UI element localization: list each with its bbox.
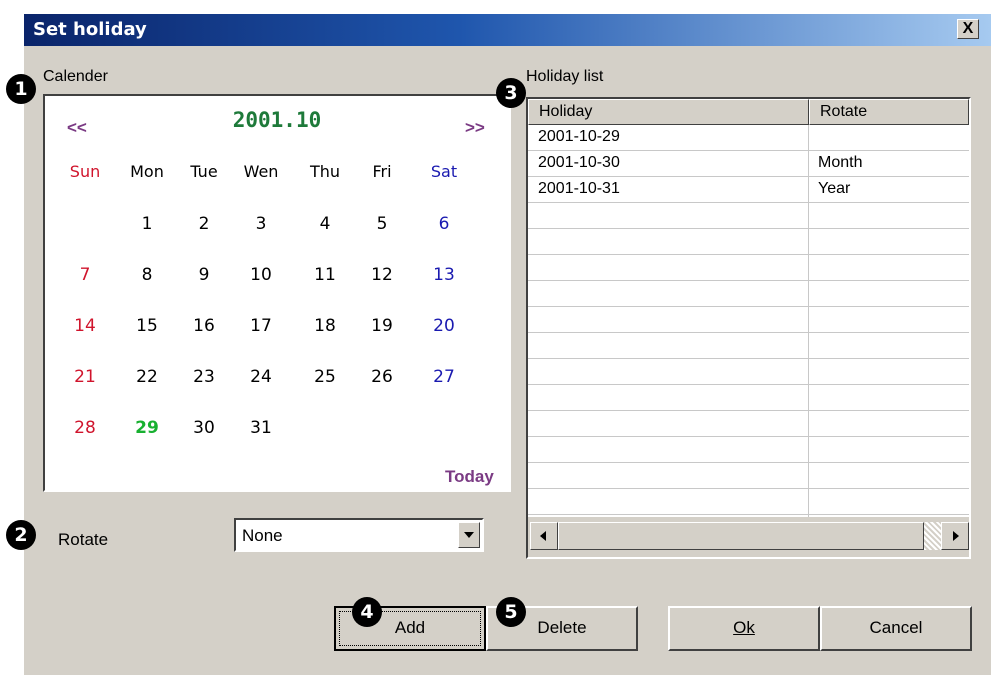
calendar-day[interactable]: 26 [353, 367, 411, 387]
calendar-day[interactable]: 30 [175, 418, 233, 438]
calendar-day[interactable]: 14 [56, 316, 114, 336]
dropdown-arrow-button[interactable] [458, 522, 480, 548]
scroll-right-button[interactable] [941, 522, 969, 550]
weekday-0: Sun [69, 162, 101, 181]
close-icon: X [962, 20, 974, 37]
column-header-holiday-label: Holiday [539, 103, 593, 120]
cancel-button[interactable]: Cancel [820, 606, 972, 651]
calendar-day[interactable]: 25 [296, 367, 354, 387]
column-header-rotate[interactable]: Rotate [809, 99, 969, 125]
scrollbar-track[interactable] [924, 522, 941, 550]
calendar-day[interactable]: 21 [56, 367, 114, 387]
set-holiday-dialog: Set holiday X Calender << 2001.10 >> Sun… [24, 14, 991, 675]
calendar-day[interactable]: 22 [118, 367, 176, 387]
table-row[interactable] [528, 203, 969, 229]
table-row[interactable] [528, 307, 969, 333]
weekday-4: Thu [309, 162, 341, 181]
calendar-day[interactable]: 11 [296, 265, 354, 285]
holiday-rotate-cell: Year [818, 180, 851, 197]
callout-2: 2 [6, 520, 36, 550]
holiday-rotate-cell: Month [818, 154, 863, 171]
arrow-right-icon [953, 531, 959, 541]
table-row[interactable] [528, 489, 969, 515]
weekday-5: Fri [372, 162, 392, 181]
delete-button-label: Delete [537, 618, 587, 637]
scroll-left-button[interactable] [530, 522, 558, 550]
close-button[interactable]: X [957, 19, 979, 39]
weekday-3: Wen [243, 162, 279, 181]
holiday-list: Holiday Rotate 2001-10-29 2001-10-30 Month… [526, 97, 971, 559]
table-row[interactable] [528, 255, 969, 281]
calendar-day[interactable]: 24 [232, 367, 290, 387]
calendar-day[interactable]: 2 [175, 214, 233, 234]
calendar-day[interactable]: 5 [353, 214, 411, 234]
table-row[interactable] [528, 385, 969, 411]
table-row[interactable] [528, 359, 969, 385]
calendar-day[interactable]: 19 [353, 316, 411, 336]
calendar-day[interactable]: 29 [118, 418, 176, 438]
rotate-select[interactable]: None [234, 518, 484, 552]
callout-4: 4 [352, 597, 382, 627]
column-header-holiday[interactable]: Holiday [528, 99, 809, 125]
calendar-day[interactable]: 15 [118, 316, 176, 336]
calendar-day[interactable]: 31 [232, 418, 290, 438]
calendar-day[interactable]: 28 [56, 418, 114, 438]
today-button[interactable]: Today [445, 467, 494, 487]
calendar-group-label: Calender [43, 68, 108, 85]
table-row[interactable]: 2001-10-30 Month [528, 151, 969, 177]
calendar-day[interactable]: 12 [353, 265, 411, 285]
calendar-day[interactable]: 16 [175, 316, 233, 336]
table-row[interactable] [528, 463, 969, 489]
holiday-date-cell: 2001-10-31 [538, 180, 620, 197]
table-row[interactable] [528, 411, 969, 437]
table-row[interactable] [528, 437, 969, 463]
callout-3: 3 [496, 78, 526, 108]
ok-button-label: Ok [733, 618, 755, 637]
calendar-day[interactable]: 18 [296, 316, 354, 336]
holiday-date-cell: 2001-10-29 [538, 128, 620, 145]
weekday-1: Mon [130, 162, 164, 181]
callout-5: 5 [496, 597, 526, 627]
calendar-day[interactable]: 10 [232, 265, 290, 285]
calendar-day[interactable]: 20 [415, 316, 473, 336]
calendar-day[interactable]: 6 [415, 214, 473, 234]
ok-button[interactable]: Ok [668, 606, 820, 651]
table-row[interactable] [528, 229, 969, 255]
window-title: Set holiday [33, 19, 147, 40]
calendar-day[interactable]: 3 [232, 214, 290, 234]
calendar-month-title: 2001.10 [232, 108, 322, 132]
calendar-day[interactable]: 27 [415, 367, 473, 387]
calendar-day[interactable]: 4 [296, 214, 354, 234]
calendar-day[interactable]: 9 [175, 265, 233, 285]
chevron-down-icon [464, 532, 474, 538]
cancel-button-label: Cancel [869, 618, 923, 637]
table-row[interactable]: 2001-10-31 Year [528, 177, 969, 203]
title-bar: Set holiday X [24, 14, 991, 46]
calendar: << 2001.10 >> Sun Mon Tue Wen Thu Fri Sat 1 2 3 4 5… [43, 94, 511, 492]
next-month-button[interactable]: >> [465, 118, 485, 138]
callout-1: 1 [6, 74, 36, 104]
arrow-left-icon [540, 531, 546, 541]
weekday-2: Tue [190, 162, 218, 181]
calendar-day[interactable]: 13 [415, 265, 473, 285]
calendar-day[interactable]: 23 [175, 367, 233, 387]
table-row[interactable] [528, 281, 969, 307]
table-row[interactable]: 2001-10-29 [528, 125, 969, 151]
holiday-date-cell: 2001-10-30 [538, 154, 620, 171]
weekday-6: Sat [430, 162, 458, 181]
table-row[interactable] [528, 333, 969, 359]
column-header-rotate-label: Rotate [820, 103, 868, 120]
horizontal-scrollbar[interactable] [528, 517, 969, 557]
calendar-day[interactable]: 1 [118, 214, 176, 234]
calendar-day[interactable]: 8 [118, 265, 176, 285]
rotate-selected-value: None [242, 526, 283, 545]
calendar-day[interactable]: 7 [56, 265, 114, 285]
rotate-label: Rotate [58, 530, 109, 549]
calendar-day[interactable]: 17 [232, 316, 290, 336]
scrollbar-thumb[interactable] [558, 522, 924, 550]
holiday-list-group-label: Holiday list [526, 68, 604, 85]
